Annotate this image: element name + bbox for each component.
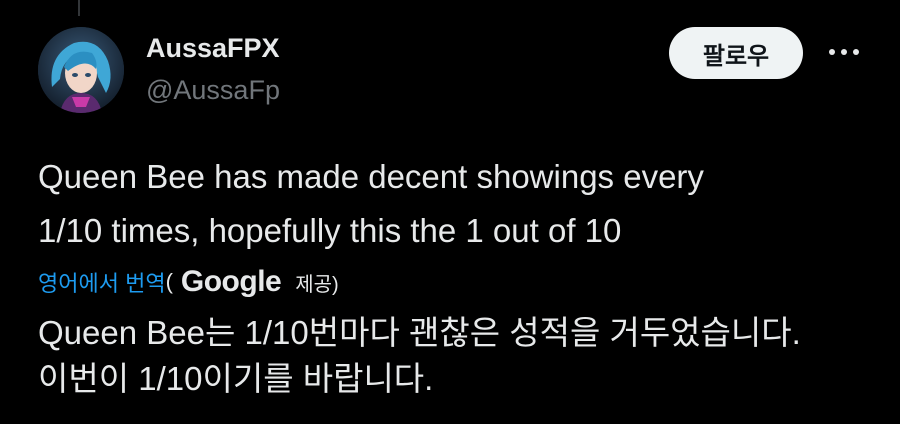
translated-line: 이번이 1/10이기를 바랍니다. (38, 360, 434, 397)
provided-label: 제공) (295, 273, 339, 296)
translated-body: Queen Bee는 1/10번마다 괜찮은 성적을 거두었습니다. 이번이 1… (38, 310, 878, 402)
author-handle[interactable]: @AussaFp (146, 75, 280, 106)
tweet-line: 1/10 times, hopefully this the 1 out of … (38, 212, 622, 249)
paren-open: ( (165, 269, 173, 294)
translated-line: Queen Bee는 1/10번마다 괜찮은 성적을 거두었습니다. (38, 314, 801, 351)
translation-attribution: 영어에서 번역 ( Google 제공) (38, 262, 339, 302)
google-logo: Google (180, 265, 282, 298)
author-display-name[interactable]: AussaFPX (146, 33, 280, 64)
translate-link[interactable]: 영어에서 번역 (38, 266, 166, 298)
tweet-body: Queen Bee has made decent showings every… (38, 150, 868, 258)
follow-button[interactable]: 팔로우 (669, 27, 803, 79)
thread-connector-line (78, 0, 80, 16)
anime-character-avatar-icon (38, 27, 124, 113)
avatar[interactable] (38, 27, 124, 113)
tweet-line: Queen Bee has made decent showings every (38, 158, 704, 195)
more-horizontal-icon[interactable] (824, 38, 864, 66)
